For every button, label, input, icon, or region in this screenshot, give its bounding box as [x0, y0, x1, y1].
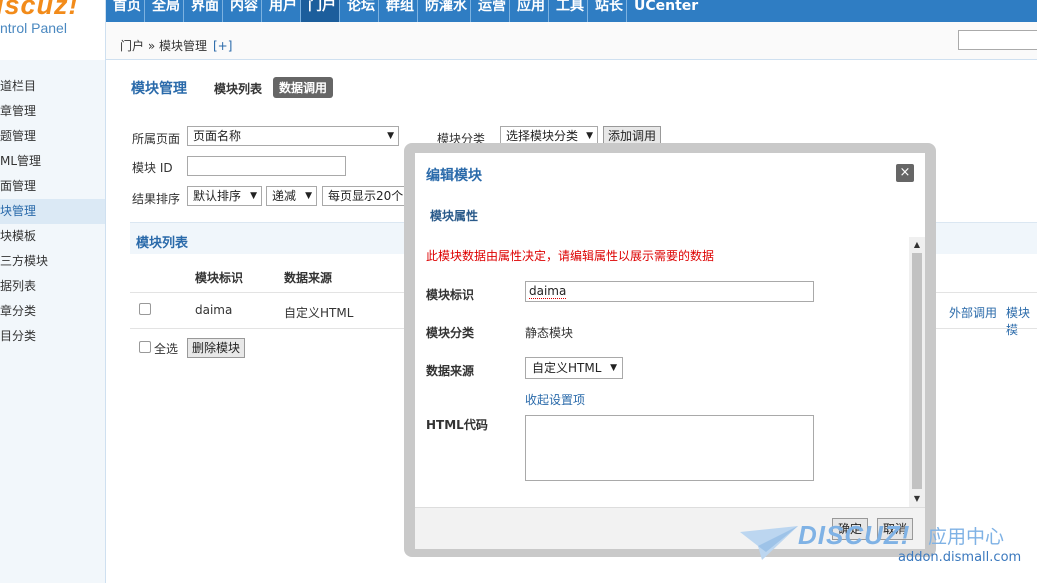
- order-select[interactable]: 递减 ▼: [266, 186, 317, 206]
- nav-plugin[interactable]: 应用: [509, 0, 548, 22]
- page-select[interactable]: 页面名称 ▼: [187, 126, 399, 146]
- module-id-field-value: daima: [529, 284, 567, 299]
- sidebar-item-topic[interactable]: 题管理: [0, 124, 105, 149]
- module-id-field-label: 模块标识: [426, 288, 475, 302]
- module-id-field[interactable]: daima: [525, 281, 814, 302]
- external-call-link[interactable]: 外部调用: [949, 304, 997, 321]
- dialog-section-title: 模块属性: [430, 209, 479, 223]
- per-page-select-value: 每页显示20个: [328, 189, 404, 203]
- top-navigation: 首页 全局 界面 内容 用户 门户 论坛 群组 防灌水 运营 应用 工具 站长 …: [106, 0, 1037, 24]
- per-page-select[interactable]: 每页显示20个: [322, 186, 417, 206]
- collapse-settings-link[interactable]: 收起设置项: [525, 391, 585, 408]
- sidebar-item-data-list[interactable]: 据列表: [0, 274, 105, 299]
- nav-global[interactable]: 全局: [144, 0, 183, 22]
- nav-ucenter[interactable]: UCenter: [626, 0, 701, 22]
- row-module-id: daima: [195, 303, 233, 317]
- nav-extended[interactable]: 运营: [470, 0, 509, 22]
- logo: iscuz!: [0, 0, 79, 20]
- select-all-checkbox[interactable]: [139, 341, 151, 353]
- data-source-select[interactable]: 自定义HTML ▼: [525, 357, 623, 379]
- column-header-source: 数据来源: [284, 271, 333, 285]
- column-header-id: 模块标识: [195, 271, 244, 285]
- html-code-textarea[interactable]: [525, 415, 814, 481]
- module-category-value: 静态模块: [525, 326, 574, 340]
- sort-label: 结果排序: [132, 192, 181, 206]
- sidebar-item-page[interactable]: 面管理: [0, 174, 105, 199]
- module-id-label: 模块 ID: [132, 161, 173, 175]
- nav-portal[interactable]: 门户: [300, 0, 339, 24]
- chevron-down-icon: ▼: [305, 191, 312, 201]
- scroll-down-icon[interactable]: ▼: [909, 491, 925, 507]
- paper-plane-icon: [740, 526, 798, 560]
- category-select-value: 选择模块分类: [506, 129, 579, 143]
- nav-style[interactable]: 界面: [183, 0, 222, 22]
- nav-tools[interactable]: 工具: [548, 0, 587, 22]
- module-template-link[interactable]: 模块模: [1006, 304, 1037, 338]
- edit-module-dialog: 编辑模块 × 模块属性 此模块数据由属性决定，请编辑属性以展示需要的数据 模块标…: [415, 153, 925, 549]
- module-id-input[interactable]: [187, 156, 346, 176]
- nav-user[interactable]: 用户: [261, 0, 300, 22]
- sidebar-item-topic-cat[interactable]: 目分类: [0, 324, 105, 349]
- sidebar: 道栏目 章管理 题管理 ML管理 面管理 块管理 块模板 三方模块 据列表 章分…: [0, 60, 106, 583]
- dialog-notice: 此模块数据由属性决定，请编辑属性以展示需要的数据: [426, 249, 715, 263]
- sidebar-item-html[interactable]: ML管理: [0, 149, 105, 174]
- nav-safe[interactable]: 防灌水: [417, 0, 470, 22]
- watermark: DISCUZ! 应用中心 addon.dismall.com: [740, 520, 1030, 570]
- sidebar-item-article-cat[interactable]: 章分类: [0, 299, 105, 324]
- chevron-down-icon: ▼: [250, 191, 257, 201]
- data-source-label: 数据来源: [426, 364, 475, 378]
- tab-module-list[interactable]: 模块列表: [214, 80, 262, 97]
- dialog-scroll-area[interactable]: 此模块数据由属性决定，请编辑属性以展示需要的数据 模块标识 daima 模块分类…: [415, 237, 925, 507]
- watermark-logo: DISCUZ!: [798, 520, 911, 550]
- module-list-title: 模块列表: [136, 236, 189, 251]
- sidebar-item-third-party[interactable]: 三方模块: [0, 249, 105, 274]
- nav-home[interactable]: 首页: [106, 0, 144, 22]
- select-all-label: 全选: [154, 342, 179, 356]
- logo-area: iscuz! ntrol Panel: [0, 0, 106, 60]
- breadcrumb-path: 门户 » 模块管理: [120, 39, 207, 53]
- nav-founder[interactable]: 站长: [587, 0, 626, 22]
- logo-subtitle: ntrol Panel: [0, 20, 67, 36]
- row-checkbox[interactable]: [139, 303, 151, 315]
- dialog-title: 编辑模块: [426, 168, 482, 184]
- order-select-value: 递减: [272, 189, 297, 203]
- add-shortcut-link[interactable]: [+]: [213, 39, 232, 53]
- nav-forum[interactable]: 论坛: [339, 0, 378, 22]
- sidebar-item-category[interactable]: 道栏目: [0, 74, 105, 99]
- nav-group[interactable]: 群组: [378, 0, 417, 22]
- breadcrumb-bar: 门户 » 模块管理 [+]: [106, 22, 1037, 60]
- delete-module-button[interactable]: 删除模块: [187, 338, 246, 358]
- page-filter-label: 所属页面: [132, 132, 181, 146]
- chevron-down-icon: ▼: [387, 131, 394, 141]
- row-data-source: 自定义HTML: [284, 306, 354, 320]
- close-icon[interactable]: ×: [896, 164, 914, 182]
- watermark-url: addon.dismall.com: [898, 550, 1022, 565]
- search-input[interactable]: [958, 30, 1037, 50]
- scrollbar-thumb[interactable]: [912, 253, 922, 489]
- html-code-label: HTML代码: [426, 418, 488, 432]
- dialog-scrollbar[interactable]: ▲ ▼: [909, 237, 925, 507]
- breadcrumb: 门户 » 模块管理 [+]: [120, 37, 232, 54]
- module-category-label: 模块分类: [426, 326, 475, 340]
- watermark-title: 应用中心: [928, 526, 1005, 548]
- sidebar-item-block[interactable]: 块管理: [0, 199, 105, 224]
- tab-data-call[interactable]: 数据调用: [273, 77, 334, 98]
- sort-select[interactable]: 默认排序 ▼: [187, 186, 262, 206]
- nav-content[interactable]: 内容: [222, 0, 261, 22]
- chevron-down-icon: ▼: [610, 363, 617, 373]
- page-select-value: 页面名称: [193, 129, 242, 143]
- page-title: 模块管理: [131, 81, 187, 97]
- data-source-select-value: 自定义HTML: [532, 361, 602, 375]
- sidebar-item-article[interactable]: 章管理: [0, 99, 105, 124]
- scroll-up-icon[interactable]: ▲: [909, 237, 925, 253]
- sidebar-item-block-template[interactable]: 块模板: [0, 224, 105, 249]
- sort-select-value: 默认排序: [193, 189, 242, 203]
